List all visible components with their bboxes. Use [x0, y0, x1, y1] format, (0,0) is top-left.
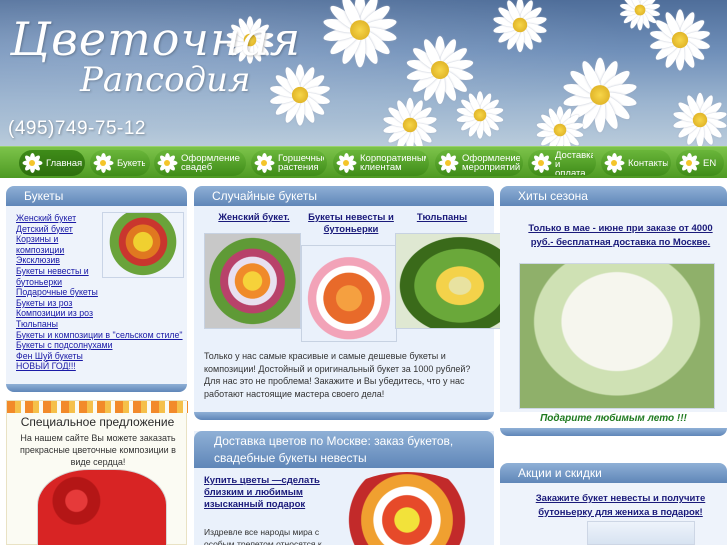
- panel-footer: [500, 428, 727, 436]
- nav-item-contacts[interactable]: Контакты: [601, 150, 671, 176]
- flower-icon: [253, 152, 275, 174]
- nav-item-corporate[interactable]: Корпоративным клиентам: [333, 150, 429, 176]
- nav-item-events[interactable]: Оформление мероприятий: [435, 150, 523, 176]
- delivery-text: Издревле все народы мира с особым трепет…: [204, 527, 322, 545]
- promo-image[interactable]: [587, 521, 695, 545]
- nav-label: Горшечные растения: [278, 154, 324, 172]
- link-tulips[interactable]: Тюльпаны: [412, 212, 472, 224]
- flower-icon: [92, 152, 114, 174]
- category-link[interactable]: Букеты невесты и бутоньерки: [16, 266, 98, 287]
- daisy-bouquet-image[interactable]: [519, 263, 715, 409]
- nav-label: Доставка и оплата: [555, 151, 593, 175]
- nav-label: Оформление мероприятий: [462, 154, 520, 172]
- header-banner: Цветочная Рапсодия (495)749-75-12: [0, 0, 727, 146]
- photo-bridal-bouquet[interactable]: [301, 245, 397, 342]
- category-link[interactable]: Женский букет: [16, 213, 98, 224]
- flower-icon: [678, 152, 700, 174]
- category-link[interactable]: Корзины и композиции: [16, 234, 98, 255]
- nav-label: Корпоративным клиентам: [360, 154, 426, 172]
- phone-number: (495)749-75-12: [8, 118, 146, 139]
- heart-bouquet-image[interactable]: [37, 469, 167, 545]
- promo-boutonniere-link[interactable]: Закажите букет невесты и получите бутонь…: [518, 492, 723, 519]
- buy-flowers-link[interactable]: Купить цветы —сделать близким и любимым …: [204, 475, 332, 511]
- site-logo[interactable]: Цветочная Рапсодия: [10, 12, 301, 100]
- flower-icon: [156, 152, 178, 174]
- link-female-bouquet[interactable]: Женский букет.: [214, 212, 294, 224]
- category-link[interactable]: Фен Шуй букеты: [16, 351, 186, 362]
- flower-icon: [335, 152, 357, 174]
- category-link[interactable]: Тюльпаны: [16, 319, 186, 330]
- special-offer-panel: Специальное предложение На нашем сайте В…: [6, 400, 188, 545]
- nav-label: Контакты: [628, 158, 668, 168]
- season-hits-title: Хиты сезона: [500, 186, 727, 206]
- flower-icon: [530, 152, 552, 174]
- category-link[interactable]: Букеты из роз: [16, 298, 186, 309]
- logo-line1: Цветочная: [10, 12, 302, 66]
- photo-female-bouquet[interactable]: [204, 233, 301, 329]
- nav-label: Оформление свадеб: [181, 154, 240, 172]
- page: Цветочная Рапсодия (495)749-75-12 Главна…: [0, 0, 727, 545]
- category-link[interactable]: Композиции из роз: [16, 308, 186, 319]
- free-delivery-link[interactable]: Только в мае - июне при заказе от 4000 р…: [518, 222, 723, 249]
- nav-item-weddings[interactable]: Оформление свадеб: [154, 150, 246, 176]
- random-bouquets-panel: Женский букет. Букеты невесты и бутоньер…: [194, 206, 525, 412]
- category-link[interactable]: Подарочные букеты: [16, 287, 186, 298]
- flower-icon: [603, 152, 625, 174]
- category-link[interactable]: Эксклюзив: [16, 255, 98, 266]
- random-bouquets-text: Только у нас самые красивые и самые деше…: [204, 351, 471, 399]
- flower-icon: [437, 152, 459, 174]
- nav-item-english[interactable]: EN: [676, 150, 724, 176]
- nav-item-bouquets[interactable]: Букеты: [90, 150, 150, 176]
- delivery-bouquet-image: [334, 472, 480, 545]
- category-link[interactable]: Букеты с подсолнухами: [16, 340, 186, 351]
- promotions-title: Акции и скидки: [500, 463, 727, 483]
- category-link[interactable]: Детский букет: [16, 224, 98, 235]
- special-offer-text: На нашем сайте Вы можете заказать прекра…: [20, 433, 176, 467]
- link-bridal-bouquets[interactable]: Букеты невесты и бутоньерки: [304, 212, 398, 236]
- flower-border: [7, 401, 188, 413]
- flower-icon: [21, 152, 43, 174]
- panel-footer: [6, 384, 187, 392]
- delivery-panel-title: Доставка цветов по Москве: заказ букетов…: [194, 431, 494, 468]
- nav-item-delivery[interactable]: Доставка и оплата: [528, 150, 596, 176]
- main-nav: Главная Букеты Оформление свадеб Горшечн…: [0, 146, 727, 178]
- nav-label: EN: [703, 158, 717, 168]
- nav-item-potted-plants[interactable]: Горшечные растения: [251, 150, 327, 176]
- special-offer-title: Специальное предложение: [20, 415, 175, 429]
- nav-label: Букеты: [117, 158, 145, 168]
- random-bouquets-title: Случайные букеты: [194, 186, 494, 206]
- panel-footer: [194, 412, 494, 420]
- logo-line2: Рапсодия: [80, 60, 251, 100]
- nav-label: Главная: [46, 158, 83, 168]
- summer-caption: Подарите любимым лето !!!: [540, 413, 687, 424]
- nav-item-home[interactable]: Главная: [19, 150, 85, 176]
- bouquet-categories-panel: Женский букет Детский букет Корзины и комп…: [6, 206, 187, 384]
- category-link[interactable]: НОВЫЙ ГОД!!!: [16, 361, 186, 372]
- category-list: Женский букет Детский букет Корзины и комп…: [16, 213, 186, 372]
- bouquets-panel-title: Букеты: [6, 186, 187, 206]
- category-link[interactable]: Букеты и композиции в "сельском стиле": [16, 330, 186, 341]
